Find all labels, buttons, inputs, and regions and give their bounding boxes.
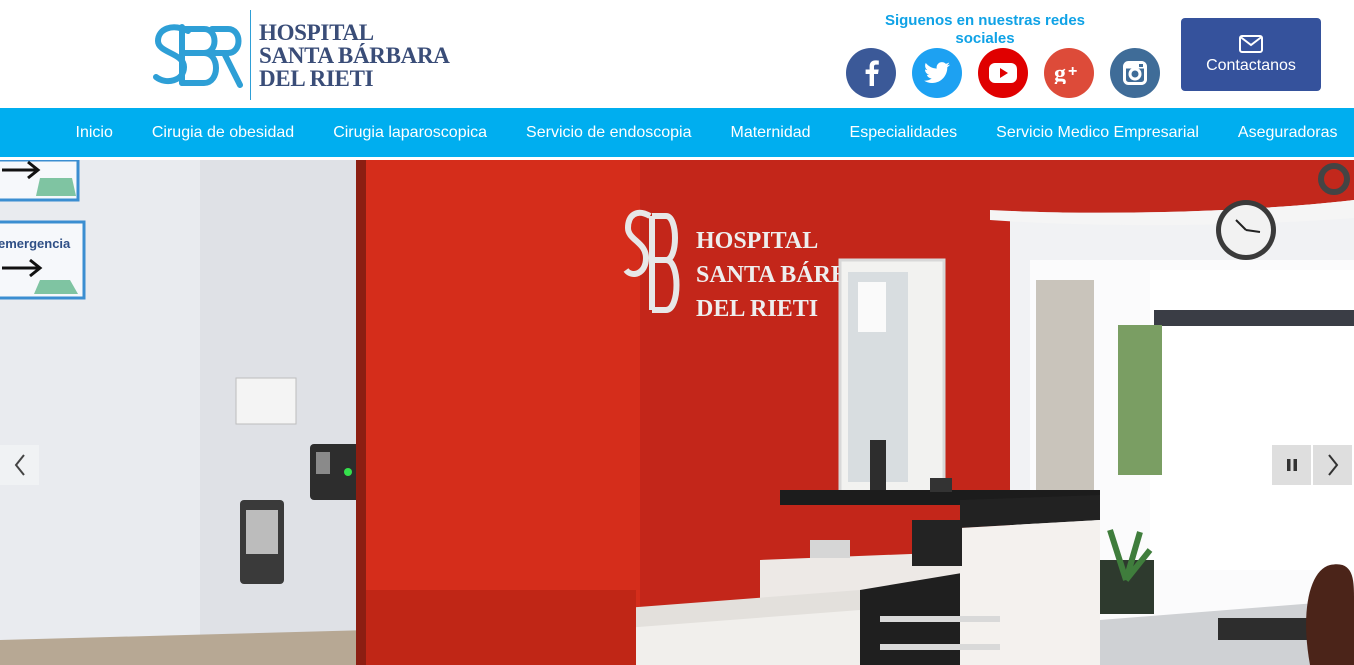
google-plus-button[interactable]: g + (1044, 48, 1094, 98)
twitter-icon (924, 62, 950, 83)
logo-line-1: HOSPITAL (259, 19, 374, 45)
main-nav: Inicio Cirugia de obesidad Cirugia lapar… (0, 108, 1354, 157)
logo-divider (250, 10, 251, 100)
chevron-left-icon (14, 454, 25, 476)
social-title: Siguenos en nuestras redes sociales (884, 12, 1086, 47)
wall-logo-line-3: DEL RIETI (696, 296, 818, 322)
slider-next-button[interactable] (1313, 445, 1352, 485)
logo-line-2: SANTA BÁRBARA (259, 42, 450, 68)
hero-slider: emergencia HOSPITAL SANTA BÁRBARA DEL RI… (0, 160, 1354, 665)
slider-prev-button[interactable] (0, 445, 39, 485)
hospital-logo[interactable]: HOSPITAL SANTA BÁRBARA DEL RIETI (152, 8, 462, 102)
emergency-sign-text: emergencia (0, 236, 71, 251)
nav-item-inicio[interactable]: Inicio (56, 124, 132, 142)
youtube-button[interactable] (978, 48, 1028, 98)
social-links: g + (846, 48, 1160, 98)
nav-item-cirugia-laparoscopica[interactable]: Cirugia laparoscopica (314, 124, 507, 142)
google-plus-icon: g + (1054, 62, 1077, 84)
instagram-button[interactable] (1110, 48, 1160, 98)
youtube-icon (989, 63, 1017, 83)
svg-text:g: g (1054, 62, 1066, 84)
twitter-button[interactable] (912, 48, 962, 98)
wall-logo-line-1: HOSPITAL (696, 228, 818, 254)
slider-pause-button[interactable] (1272, 445, 1311, 485)
nav-item-endoscopia[interactable]: Servicio de endoscopia (507, 124, 711, 142)
reception-photo: emergencia HOSPITAL SANTA BÁRBARA DEL RI… (0, 160, 1354, 665)
chevron-right-icon (1327, 454, 1338, 476)
nav-item-aseguradoras[interactable]: Aseguradoras (1218, 124, 1354, 142)
facebook-icon (865, 60, 879, 86)
nav-item-cirugia-obesidad[interactable]: Cirugia de obesidad (132, 124, 313, 142)
sbr-monogram-icon (153, 24, 243, 88)
nav-item-servicio-medico-empresarial[interactable]: Servicio Medico Empresarial (977, 124, 1219, 142)
pause-icon (1286, 459, 1297, 471)
site-header: HOSPITAL SANTA BÁRBARA DEL RIETI Sigueno… (0, 0, 1354, 108)
slider-loader (1318, 163, 1350, 195)
nav-item-maternidad[interactable]: Maternidad (711, 124, 830, 142)
facebook-button[interactable] (846, 48, 896, 98)
contact-button[interactable]: Contactanos (1181, 18, 1321, 91)
logo-line-3: DEL RIETI (259, 65, 374, 91)
contact-label: Contactanos (1206, 56, 1296, 74)
logo-text: HOSPITAL SANTA BÁRBARA DEL RIETI (259, 21, 450, 90)
nav-item-especialidades[interactable]: Especialidades (830, 124, 977, 142)
svg-text:+: + (1068, 63, 1077, 80)
instagram-icon (1123, 61, 1147, 85)
envelope-icon (1239, 34, 1263, 53)
